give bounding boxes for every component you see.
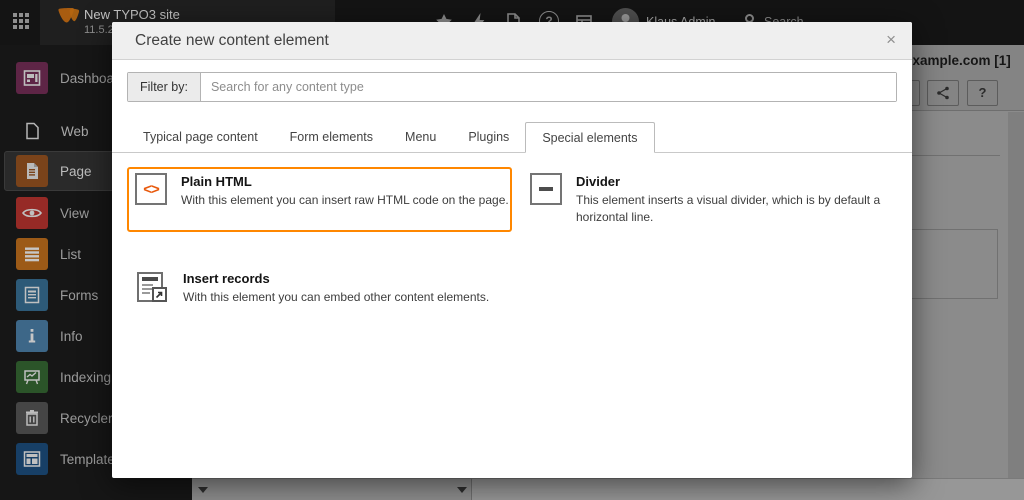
shortcut-button[interactable] <box>927 80 959 106</box>
filter-group: Filter by: <box>127 72 897 102</box>
help-button[interactable]: ? <box>967 80 998 106</box>
page-icon <box>16 155 48 187</box>
content-element-plain-html[interactable]: <> Plain HTML With this element you can … <box>127 167 512 232</box>
sidebar-item-label: Recycler <box>60 410 113 426</box>
create-content-element-modal: Create new content element × Filter by: … <box>112 22 912 478</box>
template-icon <box>16 443 48 475</box>
element-description: This element inserts a visual divider, w… <box>576 193 881 224</box>
tab-plugins[interactable]: Plugins <box>452 122 525 153</box>
element-title: Plain HTML <box>181 174 252 189</box>
sidebar-item-label: View <box>60 205 90 221</box>
pagetree-select-caret[interactable] <box>457 487 467 493</box>
apps-grid-icon[interactable] <box>13 13 31 31</box>
modal-tabs: Typical page content Form elements Menu … <box>112 122 912 153</box>
view-icon <box>16 197 48 229</box>
modal-title: Create new content element <box>135 32 329 49</box>
recycler-icon <box>16 402 48 434</box>
page-title: example.com [1] <box>905 53 1011 68</box>
filter-label: Filter by: <box>128 73 201 101</box>
list-icon <box>16 238 48 270</box>
content-element-divider[interactable]: Divider This element inserts a visual di… <box>522 167 907 232</box>
info-icon <box>16 320 48 352</box>
sidebar-item-label: List <box>60 246 82 262</box>
web-section-icon <box>26 122 39 140</box>
element-description: With this element you can insert raw HTM… <box>181 193 509 207</box>
share-icon <box>937 86 949 100</box>
content-bottom-bar <box>471 478 1024 500</box>
element-description: With this element you can embed other co… <box>183 290 490 304</box>
tab-typical-page-content[interactable]: Typical page content <box>127 122 274 153</box>
content-scrollbar[interactable] <box>1008 112 1024 500</box>
divider-icon <box>530 173 562 205</box>
sidebar-item-label: Info <box>60 328 83 344</box>
typo3-logo <box>58 7 80 23</box>
element-title: Divider <box>576 174 621 189</box>
sidebar-section-label: Web <box>61 123 89 139</box>
content-type-search-input[interactable] <box>200 73 896 101</box>
dashboard-icon <box>16 62 48 94</box>
pagetree-bottom-bar <box>192 478 471 500</box>
content-element-insert-records[interactable]: Insert records With this element you can… <box>127 264 512 312</box>
tab-special-elements[interactable]: Special elements <box>525 122 655 153</box>
sidebar-item-label: Template <box>60 451 115 467</box>
content-element-list: <> Plain HTML With this element you can … <box>112 167 912 312</box>
sidebar-item-label: Forms <box>60 287 99 303</box>
site-name: New TYPO3 site <box>84 7 180 22</box>
sidebar-item-label: Page <box>60 163 92 179</box>
modal-header: Create new content element × <box>112 22 912 60</box>
tab-form-elements[interactable]: Form elements <box>274 122 389 153</box>
html-icon: <> <box>135 173 167 205</box>
sidebar-item-label: Indexing <box>60 369 112 385</box>
forms-icon <box>16 279 48 311</box>
site-version: 11.5.2 <box>84 24 114 36</box>
element-title: Insert records <box>183 271 270 286</box>
tab-menu[interactable]: Menu <box>389 122 452 153</box>
pagetree-toolbar-caret[interactable] <box>198 487 208 493</box>
close-icon[interactable]: × <box>886 30 896 50</box>
indexing-icon <box>16 361 48 393</box>
insert-records-icon <box>137 272 167 302</box>
